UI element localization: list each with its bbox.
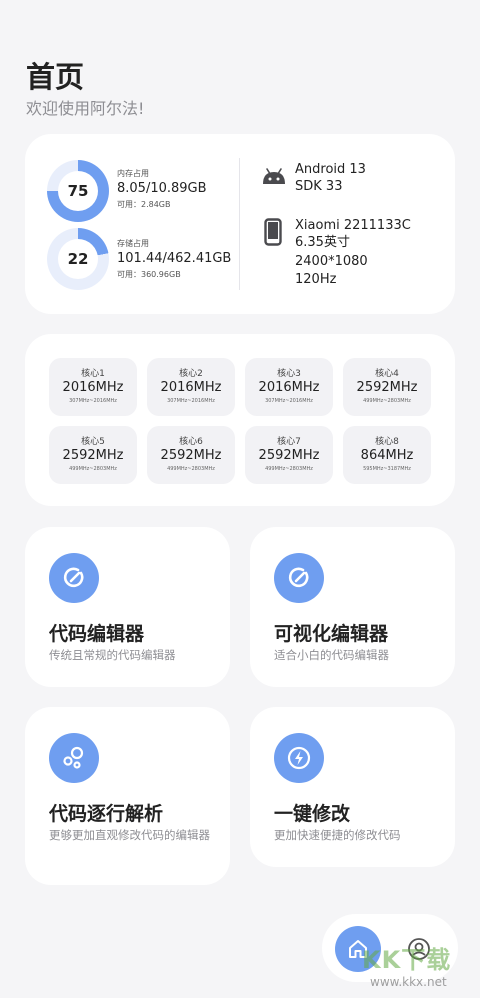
quick-modify-card[interactable]: 一键修改 更加快速便捷的修改代码 xyxy=(250,707,455,867)
device-info-card: 75 内存占用 8.05/10.89GB 可用：2.84GB 22 存储占用 1… xyxy=(25,134,455,314)
line-parser-card[interactable]: 代码逐行解析 更够更加直观修改代码的编辑器 xyxy=(25,707,230,885)
tool-description: 更加快速便捷的修改代码 xyxy=(274,828,401,842)
code-editor-card[interactable]: 代码编辑器 传统且常规的代码编辑器 xyxy=(25,527,230,687)
core-range: 307MHz~2016MHz xyxy=(69,398,117,404)
core-name: 核心2 xyxy=(179,369,203,379)
storage-percent: 22 xyxy=(58,239,98,279)
storage-available: 可用：360.96GB xyxy=(117,270,181,279)
core-range: 499MHz~2803MHz xyxy=(69,466,117,472)
tool-title: 代码编辑器 xyxy=(49,623,145,645)
divider xyxy=(239,158,240,290)
core-tile: 核心7 2592MHz 499MHz~2803MHz xyxy=(245,426,333,484)
core-range: 499MHz~2803MHz xyxy=(265,466,313,472)
screen-size: 6.35英寸 xyxy=(295,235,350,250)
edit-icon xyxy=(49,553,99,603)
core-frequency: 2016MHz xyxy=(258,380,320,395)
tool-description: 更够更加直观修改代码的编辑器 xyxy=(49,828,210,842)
visual-editor-card[interactable]: 可视化编辑器 适合小白的代码编辑器 xyxy=(250,527,455,687)
memory-label: 内存占用 xyxy=(117,169,149,178)
core-frequency: 2016MHz xyxy=(160,380,222,395)
core-frequency: 2016MHz xyxy=(62,380,124,395)
core-tile: 核心3 2016MHz 307MHz~2016MHz xyxy=(245,358,333,416)
sdk-version: SDK 33 xyxy=(295,179,343,194)
memory-value: 8.05/10.89GB xyxy=(117,181,207,196)
storage-value: 101.44/462.41GB xyxy=(117,251,232,266)
core-name: 核心8 xyxy=(375,437,399,447)
storage-ring: 22 xyxy=(47,228,109,290)
page-title: 首页 xyxy=(26,60,85,94)
tool-title: 可视化编辑器 xyxy=(274,623,389,645)
bubbles-icon xyxy=(49,733,99,783)
core-name: 核心5 xyxy=(81,437,105,447)
android-version: Android 13 xyxy=(295,162,366,177)
storage-label: 存储占用 xyxy=(117,239,149,248)
device-model: Xiaomi 2211133C xyxy=(295,218,411,233)
tool-title: 一键修改 xyxy=(274,803,351,825)
phone-icon xyxy=(264,218,282,250)
lightning-icon xyxy=(274,733,324,783)
core-frequency: 2592MHz xyxy=(258,448,320,463)
memory-ring: 75 xyxy=(47,160,109,222)
core-name: 核心1 xyxy=(81,369,105,379)
tool-description: 适合小白的代码编辑器 xyxy=(274,648,389,662)
core-range: 595MHz~3187MHz xyxy=(363,466,411,472)
core-range: 307MHz~2016MHz xyxy=(167,398,215,404)
page-subtitle: 欢迎使用阿尔法! xyxy=(26,99,145,118)
core-name: 核心4 xyxy=(375,369,399,379)
watermark-url: www.kkx.net xyxy=(370,975,447,989)
core-tile: 核心1 2016MHz 307MHz~2016MHz xyxy=(49,358,137,416)
memory-available: 可用：2.84GB xyxy=(117,200,171,209)
core-range: 499MHz~2803MHz xyxy=(363,398,411,404)
core-tile: 核心4 2592MHz 499MHz~2803MHz xyxy=(343,358,431,416)
core-range: 307MHz~2016MHz xyxy=(265,398,313,404)
core-tile: 核心2 2016MHz 307MHz~2016MHz xyxy=(147,358,235,416)
core-name: 核心7 xyxy=(277,437,301,447)
memory-percent: 75 xyxy=(58,171,98,211)
core-tile: 核心5 2592MHz 499MHz~2803MHz xyxy=(49,426,137,484)
core-frequency: 2592MHz xyxy=(160,448,222,463)
screen-resolution: 2400*1080 xyxy=(295,254,368,269)
android-icon xyxy=(261,166,287,190)
tool-description: 传统且常规的代码编辑器 xyxy=(49,648,176,662)
core-tile: 核心8 864MHz 595MHz~3187MHz xyxy=(343,426,431,484)
edit-icon xyxy=(274,553,324,603)
core-range: 499MHz~2803MHz xyxy=(167,466,215,472)
tool-title: 代码逐行解析 xyxy=(49,803,164,825)
core-frequency: 2592MHz xyxy=(356,380,418,395)
core-name: 核心3 xyxy=(277,369,301,379)
core-frequency: 864MHz xyxy=(360,448,414,463)
refresh-rate: 120Hz xyxy=(295,272,337,287)
core-frequency: 2592MHz xyxy=(62,448,124,463)
watermark-logo: KK下载 xyxy=(362,946,452,974)
cpu-cores-card: 核心1 2016MHz 307MHz~2016MHz 核心2 2016MHz 3… xyxy=(25,334,455,506)
core-name: 核心6 xyxy=(179,437,203,447)
core-tile: 核心6 2592MHz 499MHz~2803MHz xyxy=(147,426,235,484)
